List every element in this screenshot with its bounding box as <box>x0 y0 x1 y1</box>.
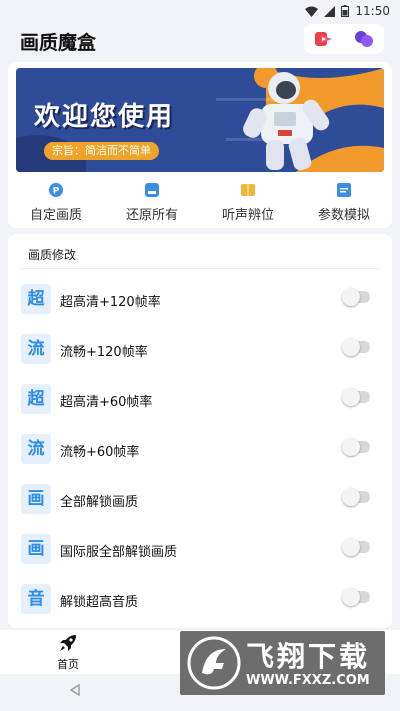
setting-toggle[interactable] <box>342 388 370 406</box>
toggle-knob <box>342 438 360 456</box>
setting-toggle[interactable] <box>342 538 370 556</box>
setting-icon: 画 <box>21 484 51 514</box>
watermark-logo <box>187 636 241 690</box>
setting-icon: 超 <box>21 284 51 314</box>
setting-row[interactable]: 超 超高清+60帧率 <box>8 379 392 419</box>
settings-card: 画质修改 超 超高清+120帧率 流 流畅+120帧率 超 超高清+60帧率 流… <box>8 234 392 628</box>
setting-row[interactable]: 超 超高清+120帧率 <box>8 279 392 319</box>
section-divider <box>20 268 380 269</box>
quick-action-custom-quality[interactable]: P 自定画质 <box>8 178 104 224</box>
nav-home[interactable]: 首页 <box>48 630 88 674</box>
status-bar: 11:50 <box>0 0 400 24</box>
setting-label: 超高清+60帧率 <box>60 395 153 410</box>
setting-toggle[interactable] <box>342 588 370 606</box>
setting-row[interactable]: 画 国际服全部解锁画质 <box>8 529 392 569</box>
watermark-title: 飞翔下载 <box>246 640 371 673</box>
setting-label: 全部解锁画质 <box>60 495 139 510</box>
setting-toggle[interactable] <box>342 288 370 306</box>
welcome-banner[interactable]: 欢迎您使用 宗旨：简洁而不简单 <box>16 68 384 172</box>
app-header: 画质魔盒 <box>0 24 400 58</box>
quick-action-sound-locate[interactable]: 听声辨位 <box>200 178 296 224</box>
signal-icon <box>324 5 336 17</box>
setting-row[interactable]: 音 解锁超高音质 <box>8 579 392 619</box>
restore-icon <box>145 183 159 197</box>
banner-title: 欢迎您使用 <box>34 102 175 132</box>
status-time: 11:50 <box>355 4 390 18</box>
quick-action-restore-all[interactable]: 还原所有 <box>104 178 200 224</box>
setting-icon: 超 <box>21 384 51 414</box>
community-icon[interactable] <box>353 29 375 49</box>
setting-icon: 音 <box>21 584 51 614</box>
nav-home-label: 首页 <box>57 658 79 671</box>
main-card: 欢迎您使用 宗旨：简洁而不简单 P 自定画质 还原所有 听声辨位 参数模拟 <box>8 62 392 228</box>
quick-action-param-simulate[interactable]: 参数模拟 <box>296 178 392 224</box>
watermark-url: WWW.FXXZ.COM <box>246 673 370 688</box>
quick-action-label: 参数模拟 <box>317 208 370 223</box>
wifi-icon <box>305 6 319 17</box>
setting-label: 国际服全部解锁画质 <box>60 545 178 560</box>
toggle-knob <box>342 588 360 606</box>
setting-toggle[interactable] <box>342 438 370 456</box>
banner-subtitle: 宗旨：简洁而不简单 <box>44 142 159 160</box>
setting-row[interactable]: 流 流畅+60帧率 <box>8 429 392 469</box>
back-icon[interactable] <box>68 683 82 697</box>
setting-toggle[interactable] <box>342 488 370 506</box>
setting-label: 解锁超高音质 <box>60 595 139 610</box>
sound-locate-icon <box>241 184 255 196</box>
setting-label: 流畅+60帧率 <box>60 445 140 460</box>
video-play-icon[interactable] <box>314 29 334 49</box>
watermark: 飞翔下载 WWW.FXXZ.COM <box>180 631 385 695</box>
setting-toggle[interactable] <box>342 338 370 356</box>
setting-row[interactable]: 流 流畅+120帧率 <box>8 329 392 369</box>
toggle-knob <box>342 488 360 506</box>
setting-icon: 流 <box>21 434 51 464</box>
toggle-knob <box>342 388 360 406</box>
custom-quality-icon: P <box>49 183 63 197</box>
toggle-knob <box>342 288 360 306</box>
toggle-knob <box>342 338 360 356</box>
quick-action-label: 听声辨位 <box>221 208 274 223</box>
app-title: 画质魔盒 <box>20 32 97 54</box>
param-simulate-icon <box>337 183 351 197</box>
svg-text:P: P <box>53 187 60 197</box>
setting-icon: 流 <box>21 334 51 364</box>
toggle-knob <box>342 538 360 556</box>
quick-action-label: 还原所有 <box>125 208 178 223</box>
header-actions <box>304 24 384 54</box>
battery-icon <box>341 5 350 17</box>
setting-icon: 画 <box>21 534 51 564</box>
section-title: 画质修改 <box>28 248 77 262</box>
quick-actions: P 自定画质 还原所有 听声辨位 参数模拟 <box>8 178 392 224</box>
setting-label: 超高清+120帧率 <box>60 295 161 310</box>
setting-row[interactable]: 画 全部解锁画质 <box>8 479 392 519</box>
rocket-icon <box>60 635 76 651</box>
setting-label: 流畅+120帧率 <box>60 345 148 360</box>
status-icons: 11:50 <box>305 4 390 18</box>
quick-action-label: 自定画质 <box>29 208 82 223</box>
